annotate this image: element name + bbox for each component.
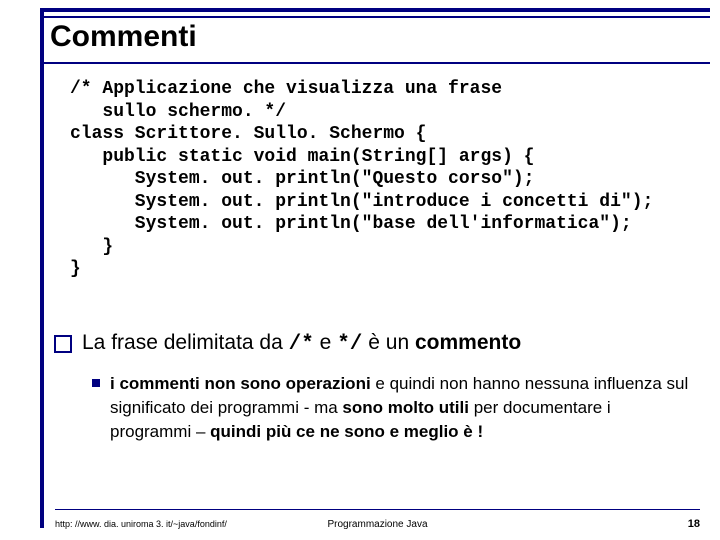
bullet-square-icon <box>54 335 72 353</box>
bullet-text: La frase delimitata da /* e */ è un comm… <box>82 330 521 357</box>
sub-bullet-square-icon <box>92 379 100 387</box>
top-rule-thin <box>40 16 710 18</box>
footer-line <box>55 509 700 510</box>
token-close: */ <box>337 333 362 356</box>
sub-s1: i commenti non sono operazioni <box>110 374 371 393</box>
bullet-strong: commento <box>415 331 521 354</box>
sub-bullet-text: i commenti non sono operazioni e quindi … <box>110 372 690 443</box>
slide-title: Commenti <box>50 20 197 54</box>
bullet-post: è un <box>362 331 415 354</box>
bullet-pre: La frase delimitata da <box>82 331 289 354</box>
bullet-mid: e <box>314 331 337 354</box>
sub-bullet-row: i commenti non sono operazioni e quindi … <box>92 372 690 443</box>
footer-center: Programmazione Java <box>55 519 700 530</box>
top-rule-thick <box>40 8 710 12</box>
left-vertical-bar <box>40 8 44 528</box>
token-open: /* <box>289 333 314 356</box>
footer: http: //www. dia. uniroma 3. it/~java/fo… <box>55 518 700 530</box>
bullet-row: La frase delimitata da /* e */ è un comm… <box>54 330 700 357</box>
code-block: /* Applicazione che visualizza una frase… <box>70 78 653 281</box>
sub-s3: quindi più ce ne sono e meglio è ! <box>210 422 483 441</box>
title-underline <box>40 62 710 64</box>
sub-s2: sono molto utili <box>342 398 469 417</box>
